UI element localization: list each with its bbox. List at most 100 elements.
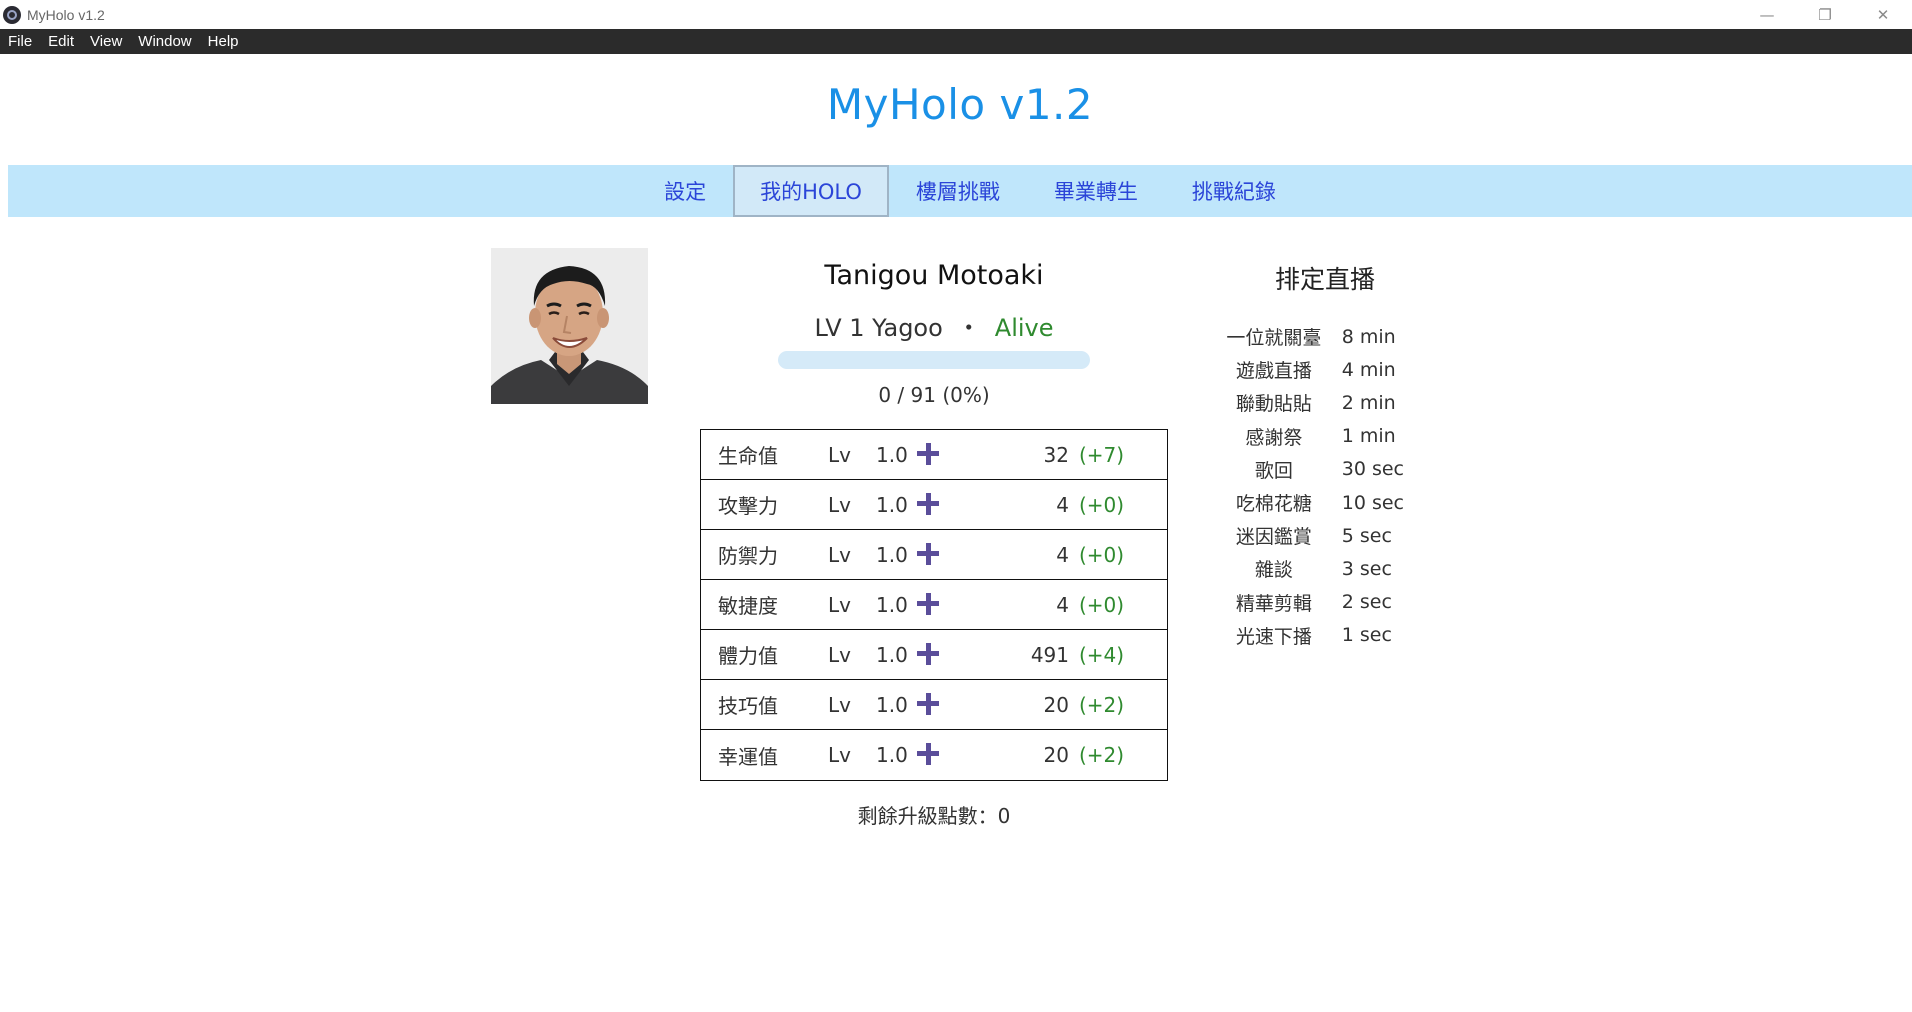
schedule-duration: 1 min xyxy=(1341,425,1396,448)
character-level: LV 1 Yagoo xyxy=(814,314,943,342)
tab-floor-challenge[interactable]: 樓層挑戰 xyxy=(889,165,1027,217)
tab-challenge-log[interactable]: 挑戰紀錄 xyxy=(1165,165,1303,217)
schedule-duration: 5 sec xyxy=(1341,524,1392,547)
stat-row-skill: 技巧值 Lv 1.0 20 (+2) xyxy=(701,680,1167,730)
stat-name: 攻擊力 xyxy=(718,494,778,518)
schedule-label: 雜談 xyxy=(1254,559,1293,582)
stat-value: 4 xyxy=(1056,492,1069,517)
window-title: MyHolo v1.2 xyxy=(27,6,105,23)
stat-lv-label: Lv xyxy=(828,442,851,467)
schedule-item: 歌回 30 sec xyxy=(1210,453,1440,486)
schedule-label: 遊戲直播 xyxy=(1235,360,1312,383)
schedule-label: 聯動貼貼 xyxy=(1235,393,1312,416)
character-name: Tanigou Motoaki xyxy=(824,260,1044,291)
menu-file[interactable]: File xyxy=(0,33,40,50)
main-nav: 設定 我的HOLO 樓層挑戰 畢業轉生 挑戰紀錄 xyxy=(8,165,1912,217)
tab-graduation[interactable]: 畢業轉生 xyxy=(1027,165,1165,217)
schedule-item: 雜談 3 sec xyxy=(1210,552,1440,585)
stat-lv-value: 1.0 xyxy=(876,492,908,517)
stat-value: 4 xyxy=(1056,542,1069,567)
stat-lv-label: Lv xyxy=(828,692,851,717)
schedule-duration: 10 sec xyxy=(1341,491,1404,514)
minimize-icon[interactable]: — xyxy=(1738,0,1796,29)
restore-icon[interactable]: ❐ xyxy=(1796,0,1854,29)
stat-lv-value: 1.0 xyxy=(876,542,908,567)
stat-lv-label: Lv xyxy=(828,642,851,667)
stat-value: 20 xyxy=(1043,743,1069,767)
schedule-list: 一位就關臺 8 min 遊戲直播 4 min 聯動貼貼 2 min 感謝祭 1 min … xyxy=(1210,320,1440,652)
stat-name: 防禦力 xyxy=(718,544,778,568)
schedule-duration: 3 sec xyxy=(1341,557,1392,580)
stat-row-attack: 攻擊力 Lv 1.0 4 (+0) xyxy=(701,480,1167,530)
schedule-duration: 2 min xyxy=(1341,391,1396,414)
plus-icon[interactable] xyxy=(917,643,939,665)
stat-name: 生命值 xyxy=(718,444,778,468)
schedule-label: 迷因鑑賞 xyxy=(1235,526,1312,549)
plus-icon[interactable] xyxy=(917,543,939,565)
menu-window[interactable]: Window xyxy=(130,33,199,50)
schedule-item: 光速下播 1 sec xyxy=(1210,619,1440,652)
stat-bonus: (+0) xyxy=(1079,592,1125,617)
status-badge: Alive xyxy=(994,314,1054,342)
schedule-item: 遊戲直播 4 min xyxy=(1210,353,1440,386)
schedule-item: 一位就關臺 8 min xyxy=(1210,320,1440,353)
character-level-line: LV 1 Yagoo ・ Alive xyxy=(700,308,1168,343)
close-icon[interactable]: ✕ xyxy=(1854,0,1912,29)
window-controls: — ❐ ✕ xyxy=(1738,0,1912,29)
stat-bonus: (+0) xyxy=(1079,492,1125,517)
plus-icon[interactable] xyxy=(917,593,939,615)
schedule-label: 光速下播 xyxy=(1235,625,1312,648)
schedule-label: 歌回 xyxy=(1254,459,1293,482)
stat-bonus: (+4) xyxy=(1079,642,1125,667)
stat-lv-value: 1.0 xyxy=(876,592,908,617)
stat-row-luck: 幸運值 Lv 1.0 20 (+2) xyxy=(701,730,1167,780)
stat-lv-value: 1.0 xyxy=(876,642,908,667)
separator-dot: ・ xyxy=(956,314,981,342)
menu-help[interactable]: Help xyxy=(200,33,247,50)
plus-icon[interactable] xyxy=(917,693,939,715)
menu-edit[interactable]: Edit xyxy=(40,33,82,50)
stat-bonus: (+2) xyxy=(1079,692,1125,717)
avatar-image xyxy=(491,248,648,404)
stat-row-hp: 生命值 Lv 1.0 32 (+7) xyxy=(701,430,1167,480)
stat-value: 4 xyxy=(1056,592,1069,617)
stat-name: 幸運值 xyxy=(718,744,778,769)
app-title: MyHolo v1.2 xyxy=(826,80,1094,129)
plus-icon[interactable] xyxy=(917,493,939,515)
stat-lv-value: 1.0 xyxy=(876,442,908,467)
xp-text: 0 / 91 (0%) xyxy=(878,383,990,407)
stat-bonus: (+0) xyxy=(1079,542,1125,567)
tab-my-holo[interactable]: 我的HOLO xyxy=(733,165,889,217)
stat-bonus: (+7) xyxy=(1079,442,1125,467)
schedule-duration: 4 min xyxy=(1341,358,1396,381)
menu-bar: File Edit View Window Help xyxy=(0,29,1912,54)
stat-row-agility: 敏捷度 Lv 1.0 4 (+0) xyxy=(701,580,1167,630)
schedule-label: 吃棉花糖 xyxy=(1235,493,1312,516)
stat-lv-value: 1.0 xyxy=(876,692,908,717)
tab-settings[interactable]: 設定 xyxy=(637,165,733,217)
stat-lv-label: Lv xyxy=(828,743,851,767)
schedule-item: 感謝祭 1 min xyxy=(1210,420,1440,453)
schedule-duration: 2 sec xyxy=(1341,591,1392,614)
stat-bonus: (+2) xyxy=(1079,743,1125,767)
schedule-item: 精華剪輯 2 sec xyxy=(1210,586,1440,619)
schedule-duration: 1 sec xyxy=(1341,624,1392,647)
schedule-item: 聯動貼貼 2 min xyxy=(1210,386,1440,419)
plus-icon[interactable] xyxy=(917,743,939,765)
schedule-title: 排定直播 xyxy=(1274,265,1375,294)
menu-view[interactable]: View xyxy=(82,33,130,50)
stat-lv-label: Lv xyxy=(828,492,851,517)
plus-icon[interactable] xyxy=(917,443,939,465)
stat-name: 敏捷度 xyxy=(718,594,778,618)
schedule-label: 感謝祭 xyxy=(1245,426,1303,449)
stat-name: 技巧值 xyxy=(718,694,778,718)
remaining-points: 剩餘升級點數：0 xyxy=(857,804,1011,828)
stat-lv-label: Lv xyxy=(828,592,851,617)
stat-value: 491 xyxy=(1030,642,1069,667)
stat-value: 20 xyxy=(1043,692,1069,717)
window-titlebar: MyHolo v1.2 — ❐ ✕ xyxy=(0,0,1912,29)
stat-row-defense: 防禦力 Lv 1.0 4 (+0) xyxy=(701,530,1167,580)
schedule-duration: 30 sec xyxy=(1341,458,1404,481)
stat-value: 32 xyxy=(1043,442,1069,467)
schedule-item: 迷因鑑賞 5 sec xyxy=(1210,519,1440,552)
